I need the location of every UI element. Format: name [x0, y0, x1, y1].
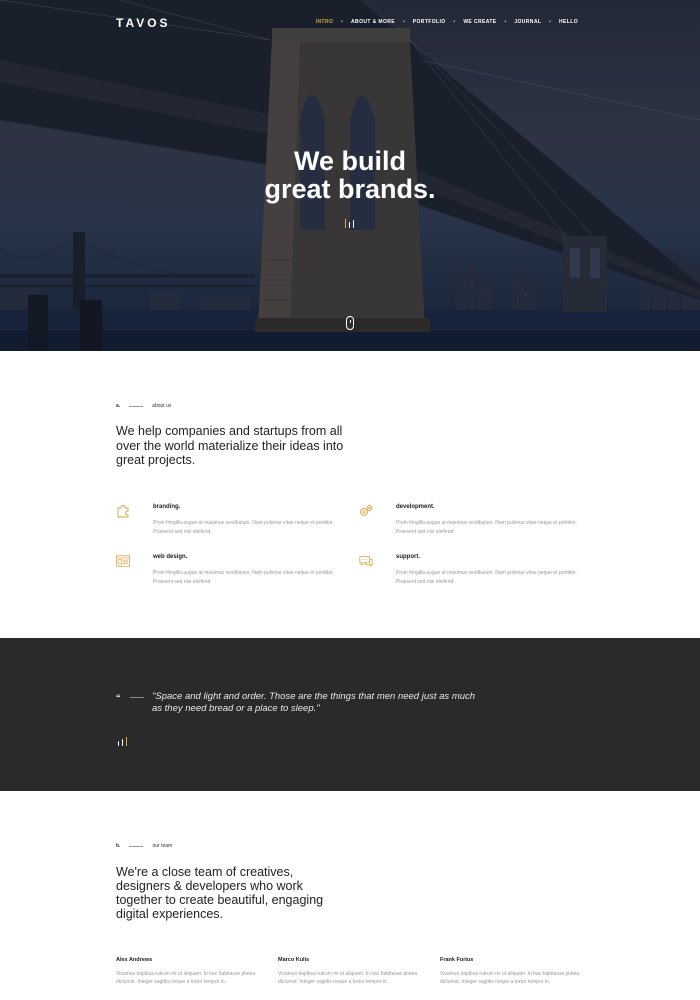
service-text: Proin fringilla augue at maximus vestibu… [396, 570, 577, 585]
nav-separator: • [453, 19, 456, 25]
chat-bubble-icon [359, 556, 373, 568]
service-text: Proin fringilla augue at maximus vestibu… [153, 520, 334, 535]
member-bio: Vivamus dapibus rutrum mi ut aliquam. In… [278, 971, 418, 985]
quote-text: "Space and light and order. Those are th… [152, 691, 476, 714]
member-bio: Vivamus dapibus rutrum mi ut aliquam. In… [116, 971, 256, 985]
nav-item-about[interactable]: ABOUT & MORE [351, 19, 395, 25]
main-nav: INTRO • ABOUT & MORE • PORTFOLIO • WE CR… [316, 19, 578, 25]
service-title: branding. [153, 504, 181, 510]
member-bio: Vivamus dapibus rutrum mi ut aliquam. In… [440, 971, 580, 985]
service-title: support. [396, 554, 420, 560]
nav-item-we-create[interactable]: WE CREATE [463, 19, 496, 25]
mouse-scroll-icon[interactable] [346, 316, 354, 330]
divider-line [129, 845, 144, 847]
nav-item-intro[interactable]: INTRO [316, 19, 334, 25]
hero-title-line-1: We build [294, 146, 406, 176]
equalizer-icon [345, 219, 354, 228]
service-text: Proin fringilla augue at maximus vestibu… [153, 570, 334, 585]
member-name: Frank Furius [440, 957, 474, 963]
about-heading: We help companies and startups from all … [116, 424, 344, 467]
divider-line [129, 405, 144, 407]
browser-layout-icon [116, 555, 130, 567]
section-marker-team: b. our team [116, 843, 172, 849]
team-member: Alex Andrews Vivamus dapibus rutrum mi u… [116, 957, 266, 986]
nav-separator: • [403, 19, 405, 25]
section-label: our team [152, 843, 173, 849]
section-marker-about: a. about us [116, 403, 171, 409]
nav-item-journal[interactable]: JOURNAL [514, 19, 541, 25]
hero-section: TAVOS INTRO • ABOUT & MORE • PORTFOLIO •… [0, 0, 700, 351]
puzzle-icon [117, 505, 129, 518]
divider-line [130, 697, 144, 698]
service-title: web design. [153, 554, 188, 560]
hero-title: We build great brands. [0, 147, 700, 203]
nav-item-portfolio[interactable]: PORTFOLIO [413, 19, 446, 25]
section-label: about us [152, 403, 172, 409]
nav-separator: • [504, 19, 507, 25]
service-title: development. [396, 504, 435, 510]
member-name: Marco Kulis [278, 957, 310, 963]
gears-icon [360, 505, 373, 516]
quote-mark-icon: “ [116, 693, 121, 703]
team-heading: We're a close team of creatives, designe… [116, 865, 324, 921]
nav-item-hello[interactable]: HELLO [559, 19, 578, 25]
nav-separator: • [549, 19, 552, 25]
site-logo[interactable]: TAVOS [116, 16, 171, 30]
section-letter: b. [116, 843, 121, 849]
section-letter: a. [116, 403, 121, 409]
team-member: Frank Furius Vivamus dapibus rutrum mi u… [440, 957, 590, 986]
quote-section: “ "Space and light and order. Those are … [0, 638, 700, 791]
hero-title-line-2: great brands. [264, 174, 436, 204]
nav-separator: • [341, 19, 344, 25]
member-name: Alex Andrews [116, 957, 153, 963]
service-text: Proin fringilla augue at maximus vestibu… [396, 520, 577, 535]
equalizer-icon [118, 737, 127, 746]
team-member: Marco Kulis Vivamus dapibus rutrum mi ut… [278, 957, 428, 986]
